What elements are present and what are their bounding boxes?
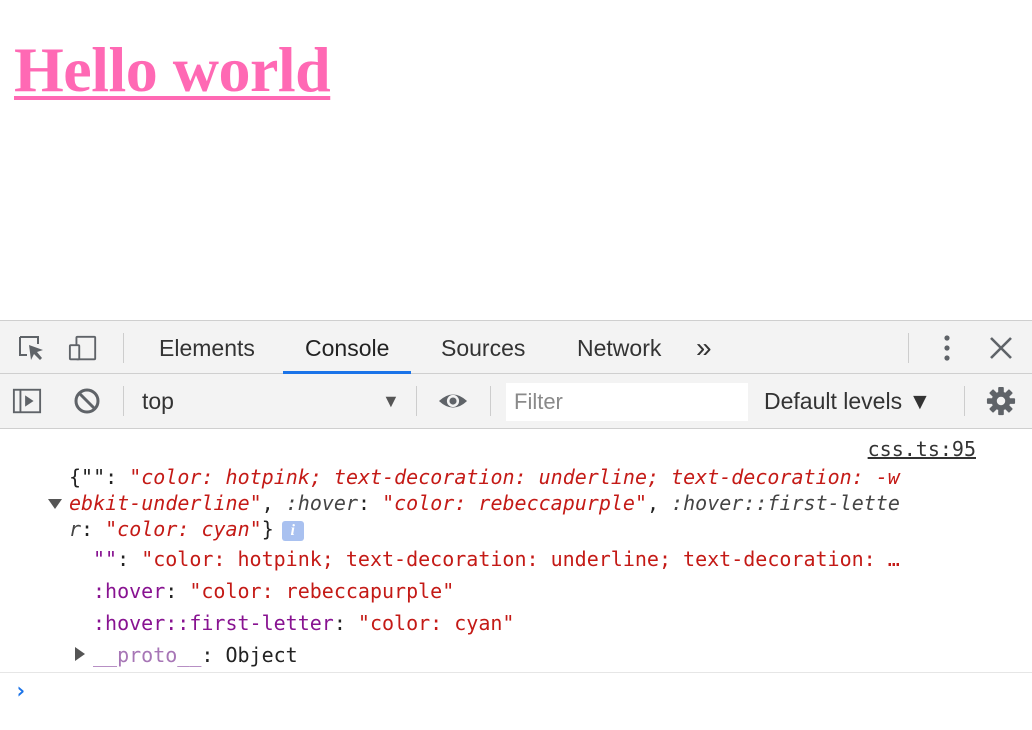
filter-input[interactable] <box>506 383 748 421</box>
object-close: } <box>261 517 274 541</box>
property-key: :hover::first-letter <box>93 611 334 635</box>
toolbar-divider <box>964 386 965 416</box>
info-icon[interactable]: i <box>281 520 304 541</box>
object-value: "color: rebeccapurple" <box>382 491 647 515</box>
inspected-page: Hello world <box>0 0 1032 320</box>
devtools-panel: Elements Console Sources Network » top ▼… <box>0 320 1032 730</box>
log-levels-dropdown[interactable]: Default levels ▼ <box>764 374 931 428</box>
separator: , <box>261 491 286 515</box>
tab-console[interactable]: Console <box>283 321 412 374</box>
toolbar-divider <box>908 333 909 363</box>
console-prompt-icon[interactable]: › <box>14 679 27 704</box>
more-tabs-icon[interactable]: » <box>686 321 722 374</box>
property-key: "" <box>93 547 118 571</box>
collapse-arrow-icon[interactable] <box>75 647 85 661</box>
separator: : <box>358 491 383 515</box>
inspect-element-icon[interactable] <box>16 333 46 363</box>
eye-icon[interactable] <box>438 386 468 416</box>
object-value: "color: cyan" <box>105 517 262 541</box>
log-object-line[interactable]: {"": "color: hotpink; text-decoration: u… <box>69 464 900 490</box>
separator: , <box>647 491 672 515</box>
toolbar-divider <box>123 386 124 416</box>
source-link[interactable]: css.ts:95 <box>868 437 976 461</box>
console-toolbar: top ▼ Default levels ▼ <box>0 374 1032 429</box>
devtools-tabbar: Elements Console Sources Network » <box>0 320 1032 374</box>
separator: : <box>201 643 226 667</box>
toolbar-divider <box>490 386 491 416</box>
console-output: css.ts:95 {"": "color: hotpink; text-dec… <box>0 429 1032 730</box>
clear-console-icon[interactable] <box>72 386 102 416</box>
toolbar-divider <box>416 386 417 416</box>
object-key: :hover::first-lette <box>671 491 900 515</box>
property-key: :hover <box>93 579 166 603</box>
proto-value: Object <box>225 643 298 667</box>
property-row[interactable]: __proto__: Object <box>93 642 298 668</box>
object-key: :hover <box>285 491 358 515</box>
context-dropdown-arrow[interactable]: ▼ <box>382 374 400 428</box>
toolbar-divider <box>123 333 124 363</box>
property-value: "color: cyan" <box>357 611 515 635</box>
page-heading[interactable]: Hello world <box>14 38 331 102</box>
property-row[interactable]: :hover: "color: rebeccapurple" <box>93 578 454 604</box>
separator: : <box>165 579 190 603</box>
log-object-line[interactable]: ebkit-underline", :hover: "color: rebecc… <box>69 490 900 516</box>
tab-elements[interactable]: Elements <box>137 321 277 374</box>
property-value: "color: hotpink; text-decoration: underl… <box>141 547 900 571</box>
show-sidebar-icon[interactable] <box>12 386 42 416</box>
object-value: ebkit-underline" <box>69 491 262 515</box>
close-icon[interactable] <box>986 333 1016 363</box>
property-row[interactable]: :hover::first-letter: "color: cyan" <box>93 610 514 636</box>
separator: : <box>117 547 142 571</box>
kebab-menu-icon[interactable] <box>932 333 962 363</box>
separator: : <box>81 517 106 541</box>
log-object-line[interactable]: r: "color: cyan"} i <box>69 516 304 542</box>
object-open: {"": <box>69 465 130 489</box>
property-value: "color: rebeccapurple" <box>189 579 455 603</box>
proto-key: __proto__ <box>93 643 202 667</box>
device-toolbar-icon[interactable] <box>68 333 98 363</box>
tab-sources[interactable]: Sources <box>419 321 547 374</box>
property-row[interactable]: "": "color: hotpink; text-decoration: un… <box>93 546 900 572</box>
prompt-divider <box>0 672 1032 673</box>
object-value: "color: hotpink; text-decoration: underl… <box>129 465 900 489</box>
object-key: r <box>69 517 82 541</box>
expand-arrow-icon[interactable] <box>48 499 62 509</box>
context-selector[interactable]: top <box>142 374 174 428</box>
separator: : <box>333 611 358 635</box>
gear-icon[interactable] <box>986 386 1016 416</box>
tab-network[interactable]: Network <box>555 321 683 374</box>
